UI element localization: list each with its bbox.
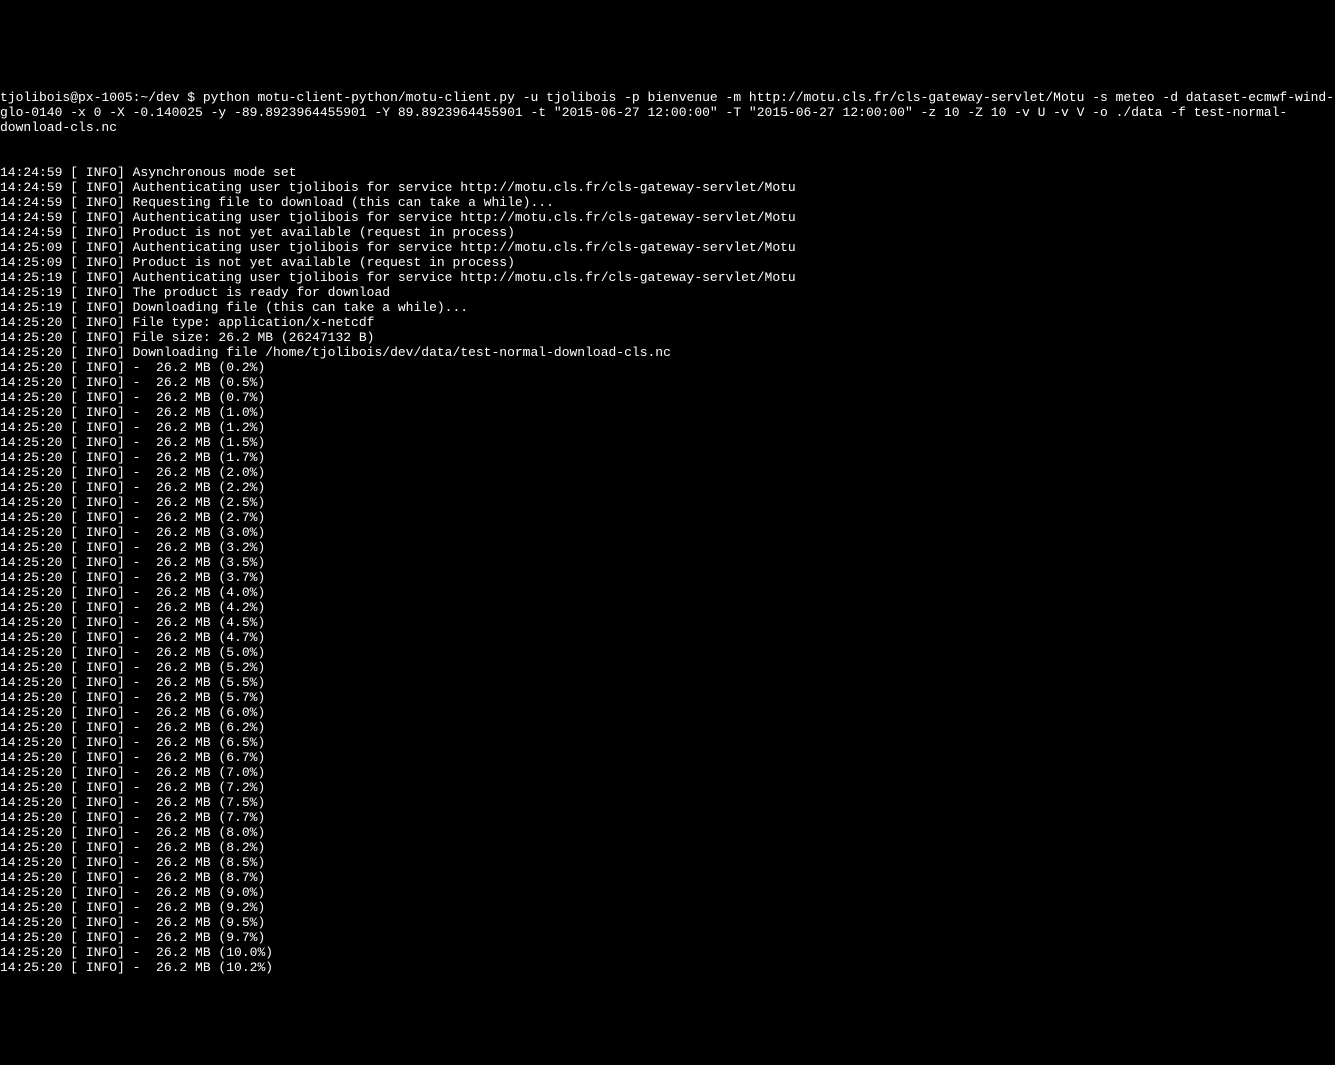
log-output: 14:24:59 [ INFO] Asynchronous mode set 1… [0, 165, 1335, 975]
command-line: tjolibois@px-1005:~/dev $ python motu-cl… [0, 90, 1335, 135]
terminal-output: tjolibois@px-1005:~/dev $ python motu-cl… [0, 60, 1335, 990]
shell-prompt: tjolibois@px-1005:~/dev $ [0, 90, 203, 105]
